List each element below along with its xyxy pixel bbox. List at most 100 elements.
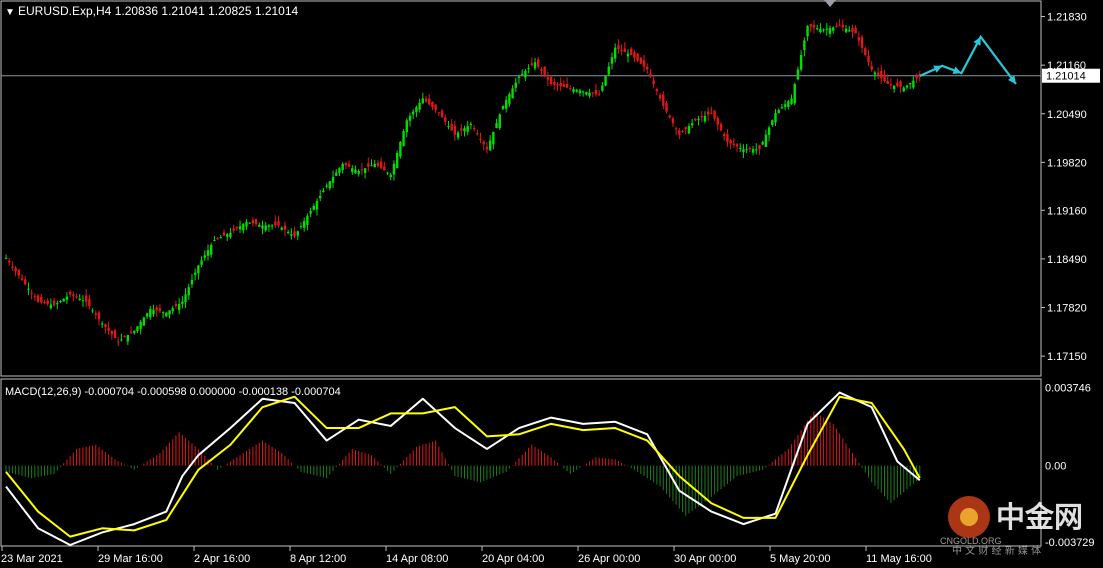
candle-body bbox=[453, 125, 457, 135]
candle-body bbox=[562, 84, 566, 87]
candle-body bbox=[482, 141, 485, 145]
candle-body bbox=[915, 75, 918, 79]
candle-body bbox=[585, 91, 588, 95]
candle-body bbox=[674, 128, 678, 130]
candle-body bbox=[575, 89, 578, 92]
candle-body bbox=[751, 149, 755, 153]
candle-body bbox=[684, 127, 687, 129]
candle-body bbox=[723, 134, 726, 137]
chart-window[interactable]: 1.17150 1.17820 1.18490 1.19160 1.19820 1.204… bbox=[0, 0, 1103, 568]
candle-body bbox=[373, 163, 376, 168]
candle-body bbox=[107, 327, 110, 331]
candle-body bbox=[395, 152, 399, 168]
candle-body bbox=[610, 57, 614, 64]
candle-body bbox=[411, 111, 415, 115]
candle-body bbox=[222, 232, 226, 236]
candle-body bbox=[662, 94, 665, 106]
candle-body bbox=[258, 224, 261, 227]
candle-body bbox=[309, 210, 312, 214]
current-price-label: 1.21014 bbox=[1046, 71, 1086, 83]
chart-menu-icon[interactable]: ▼ bbox=[5, 7, 15, 18]
candle-body bbox=[36, 295, 40, 302]
candle-body bbox=[466, 126, 469, 132]
candle-body bbox=[735, 144, 739, 147]
candle-body bbox=[283, 225, 287, 230]
candle-body bbox=[783, 104, 787, 107]
candle-body bbox=[694, 118, 697, 121]
candle-body bbox=[219, 237, 223, 239]
candle-body bbox=[75, 296, 78, 298]
time-tick-label: 23 Mar 2021 bbox=[1, 553, 63, 565]
candle-body bbox=[501, 105, 505, 110]
time-tick-label: 5 May 20:00 bbox=[770, 553, 831, 565]
candle-body bbox=[658, 95, 662, 99]
candle-body bbox=[793, 84, 796, 104]
candle-body bbox=[636, 53, 639, 61]
candle-body bbox=[498, 114, 501, 129]
candle-body bbox=[780, 107, 784, 109]
candle-body bbox=[351, 168, 354, 172]
candle-body bbox=[20, 278, 24, 280]
candle-body bbox=[216, 238, 219, 240]
candle-body bbox=[43, 301, 46, 304]
candle-body bbox=[126, 335, 130, 342]
candle-body bbox=[517, 76, 521, 78]
time-tick-label: 29 Mar 16:00 bbox=[98, 553, 163, 565]
candle-body bbox=[556, 84, 559, 86]
candle-body bbox=[193, 272, 197, 275]
candle-body bbox=[838, 25, 841, 27]
candle-body bbox=[690, 123, 694, 126]
candle-body bbox=[822, 29, 825, 31]
candle-body bbox=[851, 27, 854, 32]
candle-body bbox=[726, 134, 729, 143]
candle-body bbox=[203, 255, 206, 258]
candle-body bbox=[796, 69, 800, 80]
candle-body bbox=[905, 85, 909, 88]
candle-body bbox=[886, 81, 889, 85]
candle-body bbox=[341, 163, 344, 171]
candle-body bbox=[892, 85, 896, 90]
candle-body bbox=[264, 225, 267, 231]
candle-body bbox=[104, 324, 107, 328]
candle-body bbox=[630, 48, 633, 55]
candle-body bbox=[8, 260, 11, 263]
candle-body bbox=[235, 227, 239, 229]
candle-body bbox=[617, 45, 620, 50]
candle-body bbox=[620, 50, 623, 52]
candle-body bbox=[251, 220, 255, 224]
candle-body bbox=[4, 258, 8, 260]
candle-body bbox=[290, 234, 293, 236]
candle-body bbox=[78, 298, 81, 301]
candle bbox=[498, 113, 501, 131]
time-tick-label: 30 Apr 00:00 bbox=[674, 553, 736, 565]
candle-body bbox=[896, 82, 899, 87]
candle-body bbox=[739, 147, 742, 149]
candle-body bbox=[97, 312, 101, 320]
candle-body bbox=[392, 163, 396, 175]
candle-body bbox=[100, 323, 104, 325]
candle-body bbox=[328, 181, 332, 189]
candle-body bbox=[190, 279, 194, 285]
candle-body bbox=[447, 126, 450, 128]
candle-body bbox=[322, 190, 325, 193]
candle-body bbox=[671, 118, 675, 124]
candle-body bbox=[408, 115, 412, 121]
candle-body bbox=[399, 142, 402, 157]
candle-body bbox=[418, 102, 421, 110]
candle-body bbox=[687, 126, 691, 134]
candle-body bbox=[809, 24, 812, 27]
candle-body bbox=[681, 131, 684, 133]
candle-body bbox=[72, 294, 75, 296]
candle-body bbox=[62, 298, 65, 302]
candle-body bbox=[277, 220, 280, 226]
candle-body bbox=[758, 144, 761, 150]
candle-body bbox=[370, 165, 373, 167]
candle-body bbox=[155, 307, 158, 311]
candle-body bbox=[857, 37, 861, 41]
candle-body bbox=[158, 308, 162, 312]
candle-body bbox=[559, 82, 562, 87]
candle-body bbox=[210, 245, 213, 255]
candle-body bbox=[469, 123, 473, 126]
candle-body bbox=[613, 47, 617, 59]
candle-body bbox=[181, 301, 184, 304]
